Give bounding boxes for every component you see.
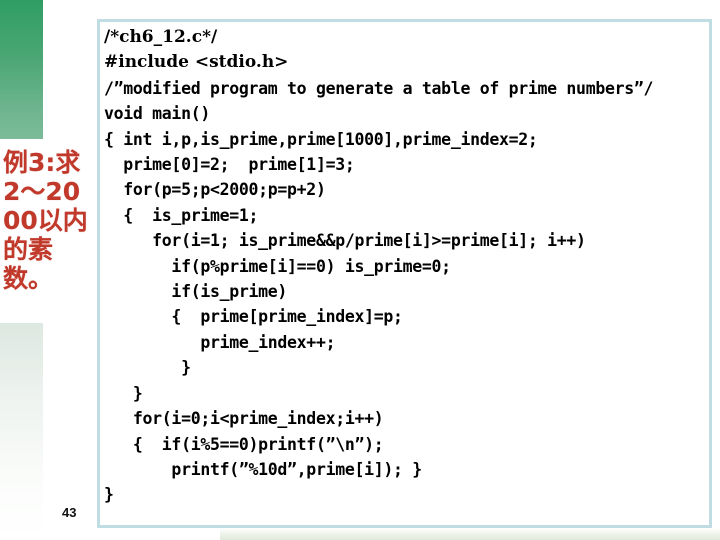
code-line: for(p=5;p<2000;p=p+2) xyxy=(104,180,326,200)
code-listing-box: /*ch6_12.c*/ #include <stdio.h> /”modified… xyxy=(97,19,712,528)
page-number: 43 xyxy=(62,505,77,520)
slide-caption: 例3:求2～2000以内的素数。 xyxy=(3,148,88,293)
code-line: prime[0]=2; prime[1]=3; xyxy=(104,155,355,175)
code-line: } xyxy=(104,485,114,505)
code-line: { is_prime=1; xyxy=(104,205,259,225)
code-line: /*ch6_12.c*/ xyxy=(104,27,218,47)
code-line: } xyxy=(104,383,143,403)
decorative-green-block-bottom xyxy=(0,323,43,540)
code-line: { prime[prime_index]=p; xyxy=(104,307,403,327)
code-line: { int i,p,is_prime,prime[1000],prime_ind… xyxy=(104,129,538,149)
code-listing: /*ch6_12.c*/ #include <stdio.h> /”modified… xyxy=(104,25,707,523)
decorative-bottom-band xyxy=(220,528,720,540)
code-line: printf(”%10d”,prime[i]); } xyxy=(104,459,422,479)
code-line: #include <stdio.h> xyxy=(104,52,289,73)
code-line: /”modified program to generate a table o… xyxy=(104,78,654,98)
code-line: for(i=0;i<prime_index;i++) xyxy=(104,409,384,429)
code-line: if(p%prime[i]==0) is_prime=0; xyxy=(104,256,451,276)
code-line: prime_index++; xyxy=(104,332,336,352)
code-line: for(i=1; is_prime&&p/prime[i]>=prime[i];… xyxy=(104,231,586,251)
code-line: } xyxy=(104,358,191,378)
code-line: { if(i%5==0)printf(”\n”); xyxy=(104,434,384,454)
code-line: void main() xyxy=(104,104,210,124)
code-line: if(is_prime) xyxy=(104,282,288,302)
decorative-green-block-top xyxy=(0,0,43,139)
slide-canvas: 例3:求2～2000以内的素数。 43 /*ch6_12.c*/ #include… xyxy=(0,0,720,540)
